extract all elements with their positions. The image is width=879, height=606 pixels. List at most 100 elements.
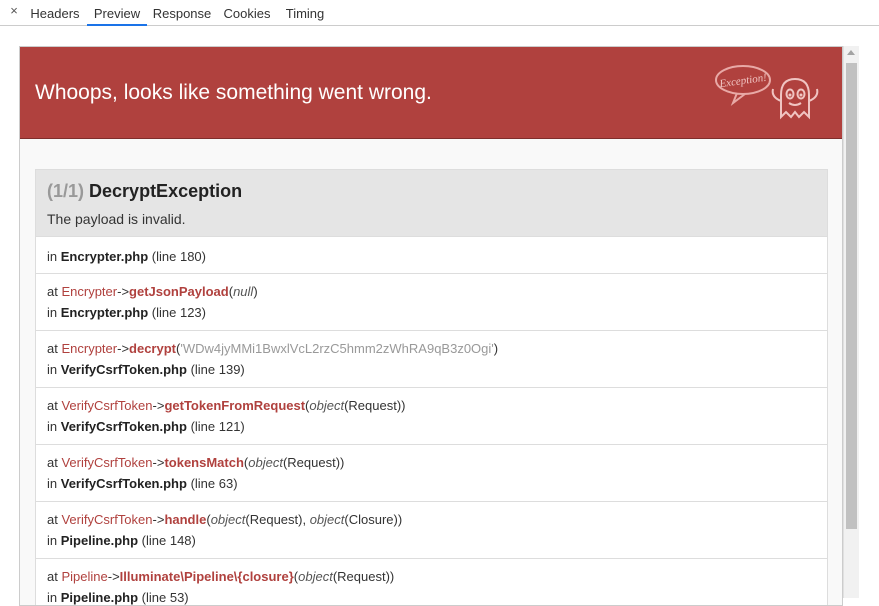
trace-frame-row: at Encrypter->getJsonPayload(null) in Enc… — [36, 273, 827, 330]
trace-method: handle — [164, 512, 207, 527]
arg-separator: , — [302, 512, 310, 527]
scroll-up-arrow-icon[interactable] — [847, 50, 855, 55]
trace-at-label: at — [47, 512, 58, 527]
close-paren: ) — [253, 284, 258, 299]
trace-arrow: -> — [117, 284, 130, 299]
trace-class: Encrypter — [61, 284, 118, 299]
trace-line-number: (line 180) — [151, 249, 206, 264]
trace-file: Encrypter.php — [60, 305, 149, 320]
trace-in-label: in — [47, 476, 58, 491]
trace-file-line: in Encrypter.php (line 123) — [47, 305, 206, 320]
trace-method: decrypt — [129, 341, 176, 356]
preview-pane: Whoops, looks like something went wrong.… — [0, 26, 879, 606]
trace-arg-type: object — [298, 569, 333, 584]
trace-at-label: at — [47, 398, 58, 413]
close-paren: ) — [397, 512, 403, 527]
close-paren: ) — [401, 398, 406, 413]
trace-in-label: in — [47, 305, 58, 320]
trace-method: getTokenFromRequest — [164, 398, 306, 413]
trace-frame-row: at Encrypter->decrypt('WDw4jyMMi1BwxlVcL… — [36, 330, 827, 387]
trace-in-label: in — [47, 533, 58, 548]
tab-headers[interactable]: Headers — [26, 0, 84, 26]
trace-call-line: at Encrypter->getJsonPayload(null) — [47, 284, 258, 299]
trace-file-line: in Pipeline.php (line 148) — [47, 533, 196, 548]
trace-at-label: at — [47, 569, 58, 584]
trace-file-line: in VerifyCsrfToken.php (line 121) — [47, 419, 245, 434]
trace-origin-row: in Encrypter.php (line 180) — [36, 236, 827, 273]
trace-at-label: at — [47, 284, 58, 299]
exception-title: (1/1) DecryptException — [47, 181, 242, 202]
trace-frame-row: at Pipeline->Illuminate\Pipeline\{closur… — [36, 558, 827, 605]
trace-arg-value: (Request) — [344, 398, 402, 413]
trace-arg-type: object — [210, 512, 246, 527]
exception-count: (1/1) — [47, 181, 85, 201]
trace-line-number: (line 63) — [190, 476, 238, 491]
exception-message: The payload is invalid. — [47, 211, 186, 227]
trace-frame-row: at VerifyCsrfToken->getTokenFromRequest (… — [36, 387, 827, 444]
trace-arg-value: (Request) — [332, 569, 390, 584]
trace-line-number: (line 148) — [141, 533, 196, 548]
exception-name: DecryptException — [89, 181, 243, 201]
trace-at-label: at — [47, 341, 58, 356]
trace-method: getJsonPayload — [129, 284, 229, 299]
trace-file-line: in VerifyCsrfToken.php (line 63) — [47, 476, 238, 491]
trace-in-label: in — [47, 362, 58, 377]
trace-line-number: (line 123) — [151, 305, 206, 320]
trace-arrow: -> — [107, 569, 120, 584]
trace-call-line: at VerifyCsrfToken->tokensMatch(object(R… — [47, 455, 344, 470]
trace-arg-value: (Request) — [282, 455, 341, 470]
trace-arg-type: object — [309, 398, 345, 413]
whoops-banner: Whoops, looks like something went wrong.… — [20, 47, 842, 139]
trace-method: tokensMatch — [164, 455, 244, 470]
bubble-text: Exception! — [718, 72, 768, 91]
trace-call-line: at VerifyCsrfToken->getTokenFromRequest (… — [47, 398, 406, 413]
close-paren: ) — [389, 569, 395, 584]
trace-call-line: at VerifyCsrfToken->handle(object(Reques… — [47, 512, 402, 527]
vertical-scrollbar[interactable] — [843, 46, 859, 598]
trace-file: Pipeline.php — [60, 533, 139, 548]
trace-arrow: -> — [117, 341, 130, 356]
trace-line-number: (line 139) — [190, 362, 245, 377]
tab-cookies[interactable]: Cookies — [219, 0, 275, 26]
whoops-title: Whoops, looks like something went wrong. — [35, 81, 432, 104]
trace-class: VerifyCsrfToken — [61, 512, 153, 527]
trace-in-label: in — [47, 249, 58, 264]
close-icon[interactable]: × — [7, 4, 21, 18]
stack-trace: at Encrypter->getJsonPayload(null) in Enc… — [36, 273, 827, 605]
error-page: Whoops, looks like something went wrong.… — [19, 46, 843, 606]
trace-class: Encrypter — [61, 341, 118, 356]
tab-preview[interactable]: Preview — [87, 0, 147, 26]
exception-panel: (1/1) DecryptException The payload is in… — [35, 169, 828, 605]
close-paren: ) — [493, 341, 499, 356]
trace-arrow: -> — [152, 398, 165, 413]
scrollbar-thumb[interactable] — [846, 63, 857, 529]
tab-response[interactable]: Response — [150, 0, 214, 26]
trace-file: VerifyCsrfToken.php — [60, 362, 187, 377]
trace-line-number: (line 121) — [190, 419, 245, 434]
trace-class: VerifyCsrfToken — [61, 398, 153, 413]
trace-frame-row: at VerifyCsrfToken->handle(object(Reques… — [36, 501, 827, 558]
devtools-tab-bar: × Headers Preview Response Cookies Timin… — [0, 0, 879, 26]
trace-class: Pipeline — [61, 569, 108, 584]
exception-ghost-icon: Exception! — [715, 65, 819, 120]
trace-arg-type: null — [233, 284, 254, 299]
exception-header: (1/1) DecryptException The payload is in… — [36, 170, 827, 236]
trace-call-line: at Pipeline->Illuminate\Pipeline\{closur… — [47, 569, 394, 584]
trace-file: VerifyCsrfToken.php — [60, 419, 187, 434]
trace-file-line: in VerifyCsrfToken.php (line 139) — [47, 362, 245, 377]
trace-arg-value: (Closure) — [344, 512, 398, 527]
trace-origin-line: in Encrypter.php (line 180) — [47, 249, 206, 264]
tab-timing[interactable]: Timing — [280, 0, 330, 26]
trace-arrow: -> — [152, 455, 165, 470]
close-paren: ) — [340, 455, 345, 470]
trace-arrow: -> — [152, 512, 165, 527]
trace-arg-value: (Request) — [245, 512, 303, 527]
trace-arg-value: 'WDw4jyMMi1BwxlVcL2rzC5hmm2zWhRA9qB3z0Og… — [180, 341, 494, 356]
trace-frame-row: at VerifyCsrfToken->tokensMatch(object(R… — [36, 444, 827, 501]
trace-arg-type: object — [309, 512, 345, 527]
trace-method: Illuminate\Pipeline\{closure} — [119, 569, 294, 584]
trace-arg-type: object — [248, 455, 283, 470]
trace-at-label: at — [47, 455, 58, 470]
trace-call-line: at Encrypter->decrypt('WDw4jyMMi1BwxlVcL… — [47, 341, 498, 356]
trace-class: VerifyCsrfToken — [61, 455, 153, 470]
